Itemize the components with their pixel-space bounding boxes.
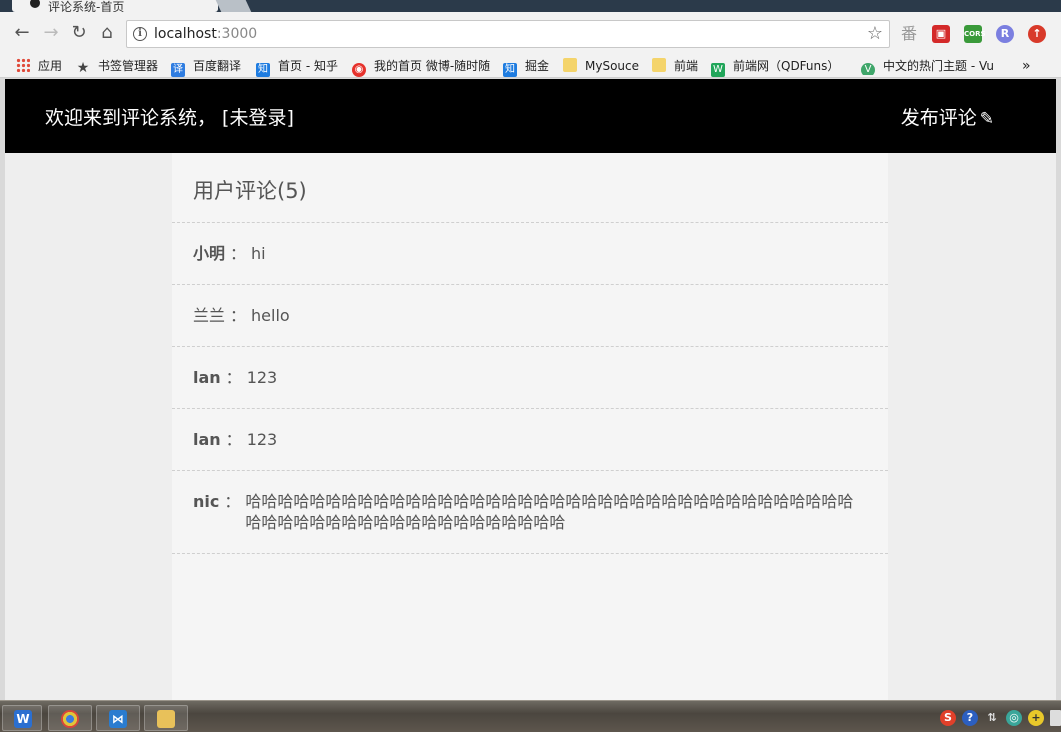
comment-item: nic ： 哈哈哈哈哈哈哈哈哈哈哈哈哈哈哈哈哈哈哈哈哈哈哈哈哈哈哈哈哈哈哈哈哈哈…	[172, 471, 888, 554]
word-icon: W	[14, 710, 32, 728]
taskbar-explorer-button[interactable]	[144, 705, 188, 731]
folder-icon	[563, 58, 577, 72]
vue-icon: V	[861, 63, 875, 75]
comment-separator: ：	[224, 492, 241, 511]
back-arrow-icon[interactable]: ←	[11, 22, 33, 44]
bookmark-mysouce[interactable]: MySouce	[563, 57, 639, 75]
site-header: 欢迎来到评论系统， [未登录] 发布评论 ✎	[5, 79, 1056, 153]
comment-author: nic	[193, 492, 220, 511]
sogou-icon[interactable]: S	[940, 710, 956, 726]
bookmark-vue-topics[interactable]: V 中文的热门主题 - Vu	[861, 57, 1001, 75]
taskbar-chrome-button[interactable]	[48, 705, 92, 731]
comment-item: 兰兰 ： hello	[172, 285, 888, 347]
weibo-icon: ◉	[352, 63, 366, 77]
bookmark-apps[interactable]: 应用	[16, 57, 62, 75]
folder-icon	[652, 58, 666, 72]
bookmark-juejin[interactable]: 知掘金	[503, 57, 549, 77]
comment-separator: ：	[230, 306, 247, 325]
bookmarks-bar: 应用 ★ 书签管理器 译百度翻译 知首页 - 知乎 ◉ 我的首页 微博-随时随 知掘…	[0, 54, 1061, 78]
comments-title: 用户评论(5)	[172, 153, 888, 223]
reload-icon[interactable]: ↻	[68, 22, 90, 44]
add-icon[interactable]: +	[1028, 710, 1044, 726]
extension-upload-icon[interactable]: ↑	[1028, 25, 1046, 43]
chrome-icon	[61, 710, 79, 728]
new-tab-button[interactable]	[214, 0, 252, 12]
publish-comment-label: 发布评论	[900, 107, 977, 129]
comments-panel: 用户评论(5) 小明 ： hi 兰兰 ： hello lan ： 123 lan…	[172, 153, 888, 700]
comment-text: 哈哈哈哈哈哈哈哈哈哈哈哈哈哈哈哈哈哈哈哈哈哈哈哈哈哈哈哈哈哈哈哈哈哈哈哈哈哈哈哈…	[245, 492, 854, 532]
bookmark-qdfuns[interactable]: W 前端网（QDFuns）	[711, 57, 839, 77]
extension-red-icon[interactable]: ▣	[932, 25, 950, 43]
folder-icon	[157, 710, 175, 728]
tab-strip: 评论系统-首页	[0, 0, 1061, 12]
show-desktop-button[interactable]	[1050, 710, 1061, 726]
bookmark-star-icon[interactable]: ☆	[867, 23, 883, 44]
sync-icon[interactable]: ◎	[1006, 710, 1022, 726]
comment-item: lan ： 123	[172, 347, 888, 409]
comment-text: hi	[251, 244, 266, 263]
help-icon[interactable]: ?	[962, 710, 978, 726]
vscode-icon: ⋈	[109, 710, 127, 728]
home-icon[interactable]: ⌂	[96, 22, 118, 44]
welcome-text: 欢迎来到评论系统， [未登录]	[45, 107, 294, 129]
comment-separator: ：	[225, 368, 242, 387]
comment-author: lan	[193, 368, 221, 387]
bookmark-frontend[interactable]: 前端	[652, 57, 698, 75]
comment-item: lan ： 123	[172, 409, 888, 471]
browser-toolbar: ← → ↻ ⌂ i localhost:3000 ☆ 番 ▣ CORS R ↑	[0, 12, 1061, 54]
tab-active[interactable]: 评论系统-首页	[12, 0, 218, 12]
bookmarks-overflow-button[interactable]: »	[1022, 57, 1031, 75]
comment-author: lan	[193, 430, 221, 449]
taskbar-vscode-button[interactable]: ⋈	[96, 705, 140, 731]
forward-arrow-icon[interactable]: →	[40, 22, 62, 44]
extension-r-icon[interactable]: R	[996, 25, 1014, 43]
taskbar-word-button[interactable]: W	[2, 705, 42, 731]
extension-cors-icon[interactable]: CORS	[964, 25, 986, 43]
bookmark-baidu-translate[interactable]: 译百度翻译	[171, 57, 241, 77]
comment-text: 123	[246, 430, 278, 449]
comment-text: hello	[251, 306, 290, 325]
tab-favicon-icon	[30, 0, 40, 8]
juejin-icon: 知	[503, 63, 517, 77]
edit-icon: ✎	[979, 109, 994, 129]
comment-author: 兰兰	[193, 306, 226, 325]
bookmark-weibo[interactable]: ◉ 我的首页 微博-随时随	[352, 57, 490, 77]
address-bar[interactable]: i localhost:3000 ☆	[126, 20, 890, 48]
url-text: localhost:3000	[154, 26, 258, 42]
apps-grid-icon	[16, 58, 30, 72]
tab-title: 评论系统-首页	[48, 0, 125, 12]
extension-fan-icon[interactable]: 番	[900, 25, 918, 43]
qdfuns-icon: W	[711, 63, 725, 77]
network-icon[interactable]: ⇅	[984, 710, 1000, 726]
publish-comment-button[interactable]: 发布评论 ✎	[901, 103, 994, 130]
comment-separator: ：	[230, 244, 247, 263]
comment-separator: ：	[225, 430, 242, 449]
page-viewport: 欢迎来到评论系统， [未登录] 发布评论 ✎ 用户评论(5) 小明 ： hi 兰兰…	[5, 79, 1056, 700]
os-taskbar: W ⋈	[0, 700, 1061, 732]
comment-item: 小明 ： hi	[172, 223, 888, 285]
comment-text: 123	[246, 368, 278, 387]
comment-author: 小明	[193, 244, 226, 263]
info-icon[interactable]: i	[133, 27, 147, 41]
star-icon: ★	[76, 60, 90, 76]
translate-icon: 译	[171, 63, 185, 77]
bookmark-manager[interactable]: ★ 书签管理器	[76, 57, 158, 75]
zhihu-icon: 知	[256, 63, 270, 77]
bookmark-zhihu[interactable]: 知首页 - 知乎	[256, 57, 338, 77]
